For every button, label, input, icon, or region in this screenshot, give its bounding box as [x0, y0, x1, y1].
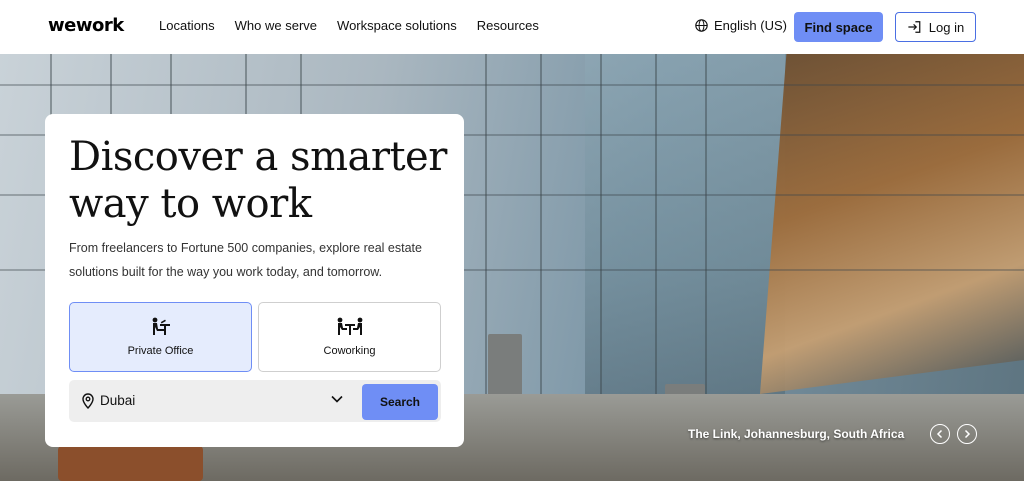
nav-item-resources[interactable]: Resources	[477, 18, 539, 33]
chevron-right-icon	[964, 429, 971, 439]
search-card: Discover a smarter way to work From free…	[45, 114, 464, 447]
nav-item-locations[interactable]: Locations	[159, 18, 215, 33]
search-button[interactable]: Search	[362, 384, 438, 420]
location-pin-icon	[82, 393, 94, 409]
nav-item-workspace-solutions[interactable]: Workspace solutions	[337, 18, 457, 33]
login-button[interactable]: Log in	[895, 12, 976, 42]
photo-caption: The Link, Johannesburg, South Africa	[688, 427, 905, 441]
language-selector[interactable]: English (US)	[695, 18, 787, 33]
language-label: English (US)	[714, 18, 787, 33]
find-space-button[interactable]: Find space	[794, 12, 883, 42]
next-slide-button[interactable]	[957, 424, 977, 444]
wework-logo[interactable]: wework	[48, 15, 124, 36]
site-header: wework Locations Who we serve Workspace …	[0, 0, 1024, 54]
login-label: Log in	[928, 19, 965, 35]
option-coworking-label: Coworking	[323, 345, 376, 357]
location-value: Dubai	[100, 393, 136, 408]
hero-subtext: From freelancers to Fortune 500 companie…	[69, 241, 422, 279]
nav-item-who-we-serve[interactable]: Who we serve	[235, 18, 317, 33]
option-private-office[interactable]: Private Office	[69, 302, 252, 372]
prev-slide-button[interactable]	[930, 424, 950, 444]
coworking-icon	[337, 317, 362, 335]
chevron-left-icon	[936, 429, 943, 439]
desk-person-icon	[152, 317, 170, 335]
chevron-down-icon	[331, 395, 343, 403]
globe-icon	[695, 19, 708, 32]
login-icon	[908, 21, 921, 33]
hero-headline: Discover a smarter way to work	[69, 134, 447, 227]
option-coworking[interactable]: Coworking	[258, 302, 441, 372]
main-nav: Locations Who we serve Workspace solutio…	[159, 18, 559, 33]
option-private-office-label: Private Office	[127, 345, 194, 357]
